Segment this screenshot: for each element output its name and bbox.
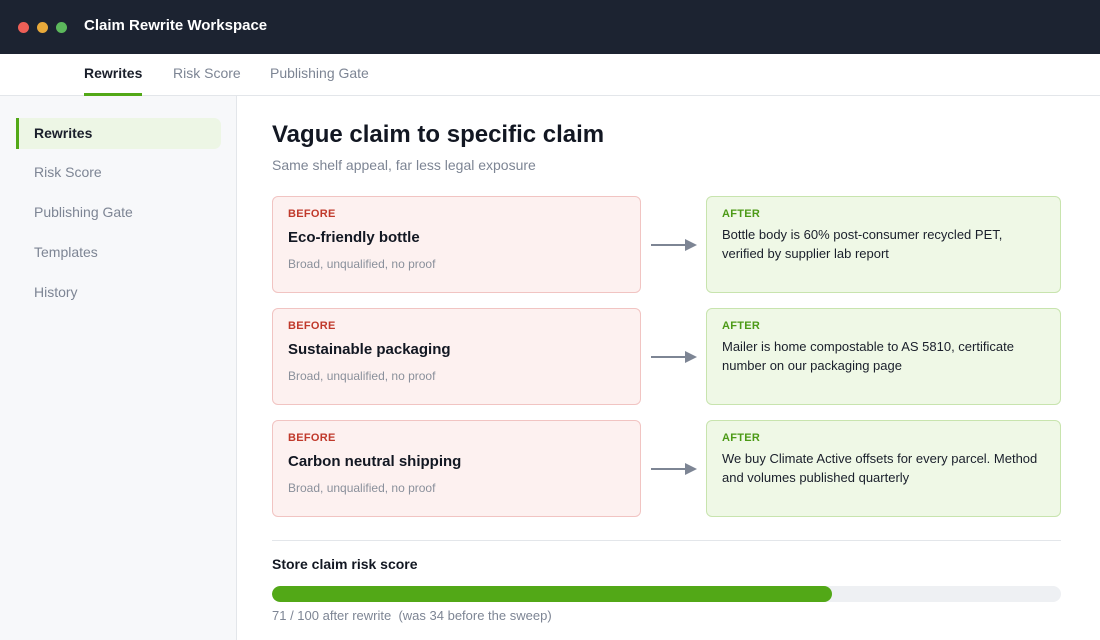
section-divider (272, 540, 1061, 541)
page-subtitle: Same shelf appeal, far less legal exposu… (272, 157, 536, 173)
arrow-right-icon (651, 463, 697, 475)
tab-publishing-gate[interactable]: Publishing Gate (270, 54, 369, 96)
before-claim: Eco-friendly bottle (288, 229, 420, 246)
risk-score-progress-bar (272, 586, 1061, 602)
before-claim: Carbon neutral shipping (288, 453, 462, 470)
after-tag: AFTER (722, 208, 761, 220)
sidebar-item-risk-score[interactable]: Risk Score (16, 157, 221, 188)
tab-bar: Rewrites Risk Score Publishing Gate (0, 54, 1100, 96)
risk-score-title: Store claim risk score (272, 556, 418, 572)
main-content: Vague claim to specific claim Same shelf… (237, 96, 1100, 640)
risk-score-caption: 71 / 100 after rewrite (was 34 before th… (272, 608, 552, 623)
before-claim: Sustainable packaging (288, 341, 451, 358)
tab-risk-score[interactable]: Risk Score (173, 54, 241, 96)
before-note: Broad, unqualified, no proof (288, 257, 436, 271)
sidebar-item-publishing-gate[interactable]: Publishing Gate (16, 197, 221, 228)
title-bar: Claim Rewrite Workspace (0, 0, 1100, 54)
sidebar: Rewrites Risk Score Publishing Gate Temp… (0, 96, 237, 640)
after-claim-card: AFTER We buy Climate Active offsets for … (706, 420, 1061, 517)
app-title: Claim Rewrite Workspace (84, 17, 268, 34)
after-claim-text: We buy Climate Active offsets for every … (722, 451, 1038, 485)
after-claim-text: Bottle body is 60% post-consumer recycle… (722, 227, 1003, 261)
before-claim-card: BEFORE Carbon neutral shipping Broad, un… (272, 420, 641, 517)
after-tag: AFTER (722, 432, 761, 444)
after-tag: AFTER (722, 320, 761, 332)
sidebar-item-templates[interactable]: Templates (16, 237, 221, 268)
sidebar-item-history[interactable]: History (16, 277, 221, 308)
tab-rewrites[interactable]: Rewrites (84, 54, 143, 96)
after-claim-text: Mailer is home compostable to AS 5810, c… (722, 339, 1014, 373)
after-claim-card: AFTER Mailer is home compostable to AS 5… (706, 308, 1061, 405)
before-claim-card: BEFORE Eco-friendly bottle Broad, unqual… (272, 196, 641, 293)
close-window-button[interactable] (18, 22, 29, 33)
before-note: Broad, unqualified, no proof (288, 369, 436, 383)
arrow-right-icon (651, 239, 697, 251)
before-tag: BEFORE (288, 432, 336, 444)
minimize-window-button[interactable] (37, 22, 48, 33)
before-note: Broad, unqualified, no proof (288, 481, 436, 495)
window-controls (18, 22, 67, 33)
maximize-window-button[interactable] (56, 22, 67, 33)
sidebar-item-rewrites[interactable]: Rewrites (16, 118, 221, 149)
after-claim-card: AFTER Bottle body is 60% post-consumer r… (706, 196, 1061, 293)
risk-score-progress-fill (272, 586, 833, 602)
before-tag: BEFORE (288, 208, 336, 220)
arrow-right-icon (651, 351, 697, 363)
page-title: Vague claim to specific claim (272, 121, 605, 148)
before-tag: BEFORE (288, 320, 336, 332)
before-claim-card: BEFORE Sustainable packaging Broad, unqu… (272, 308, 641, 405)
